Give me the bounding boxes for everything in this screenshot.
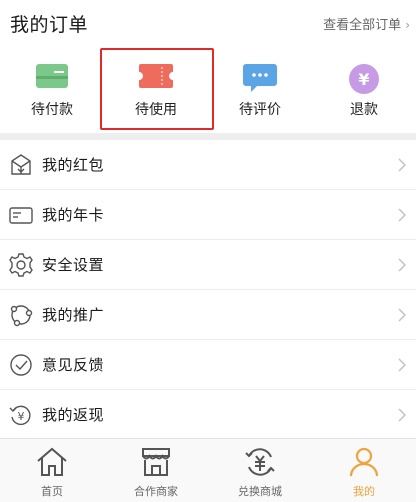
menu-label: 安全设置 [42,256,105,274]
tab-exchange-mall[interactable]: 兑换商城 [208,439,312,502]
bottom-tab-bar: 首页 合作商家 兑换商城 我的 [0,438,416,502]
tab-partner-merchants[interactable]: 合作商家 [104,439,208,502]
tile-to-use[interactable]: 待使用 [104,44,208,132]
share-icon [8,302,34,328]
svg-text:¥: ¥ [358,70,369,89]
view-all-orders-link[interactable]: 查看全部订单 › [323,14,410,33]
card-icon [36,64,68,92]
orders-header: 我的订单 查看全部订单 › [0,0,416,44]
tile-refund[interactable]: ¥ 退款 [312,44,416,132]
tab-label: 我的 [353,485,375,498]
chevron-right-icon [398,357,407,372]
chevron-right-icon: › [405,18,410,32]
chevron-right-icon [398,207,407,222]
yen-refund-icon: ¥ [349,64,379,98]
tile-label: 退款 [350,102,378,118]
tab-label: 兑换商城 [238,485,282,498]
view-all-orders-label: 查看全部订单 [323,18,402,33]
chevron-right-icon [398,307,407,322]
card-outline-icon [8,202,34,228]
chevron-right-icon [398,257,407,272]
chat-bubble-icon [243,64,277,96]
exchange-icon [243,445,277,483]
tab-home[interactable]: 首页 [0,439,104,502]
gear-icon [8,252,34,278]
orders-title: 我的订单 [10,14,89,36]
menu-label: 我的年卡 [42,206,105,224]
section-divider [0,133,416,140]
tab-mine[interactable]: 我的 [312,439,416,502]
tile-label: 待使用 [135,102,177,118]
account-menu: 我的红包 我的年卡 安全设置 我的推广 意见反馈 ¥ 我的返现 [0,140,416,440]
store-icon [139,445,173,483]
tile-pending-payment[interactable]: 待付款 [0,44,104,132]
red-packet-icon [8,152,34,178]
tab-label: 合作商家 [134,485,178,498]
menu-label: 我的返现 [42,406,105,424]
menu-label: 我的推广 [42,306,105,324]
person-icon [347,445,381,483]
cashback-icon: ¥ [8,402,34,428]
tile-to-review[interactable]: 待评价 [208,44,312,132]
menu-item-promotion[interactable]: 我的推广 [0,290,416,340]
menu-item-feedback[interactable]: 意见反馈 [0,340,416,390]
home-icon [35,445,69,483]
menu-item-cashback[interactable]: ¥ 我的返现 [0,390,416,440]
menu-label: 我的红包 [42,156,105,174]
svg-text:¥: ¥ [18,410,25,423]
menu-item-security-settings[interactable]: 安全设置 [0,240,416,290]
tile-label: 待付款 [31,102,73,118]
chevron-right-icon [398,407,407,422]
chevron-right-icon [398,157,407,172]
menu-item-annual-card[interactable]: 我的年卡 [0,190,416,240]
tile-label: 待评价 [239,102,281,118]
feedback-check-icon [8,352,34,378]
ticket-icon [139,64,173,92]
tab-label: 首页 [41,485,63,498]
order-status-tiles: 待付款 待使用 待评价 ¥ 退款 [0,44,416,132]
menu-item-red-packets[interactable]: 我的红包 [0,140,416,190]
menu-label: 意见反馈 [42,356,105,374]
